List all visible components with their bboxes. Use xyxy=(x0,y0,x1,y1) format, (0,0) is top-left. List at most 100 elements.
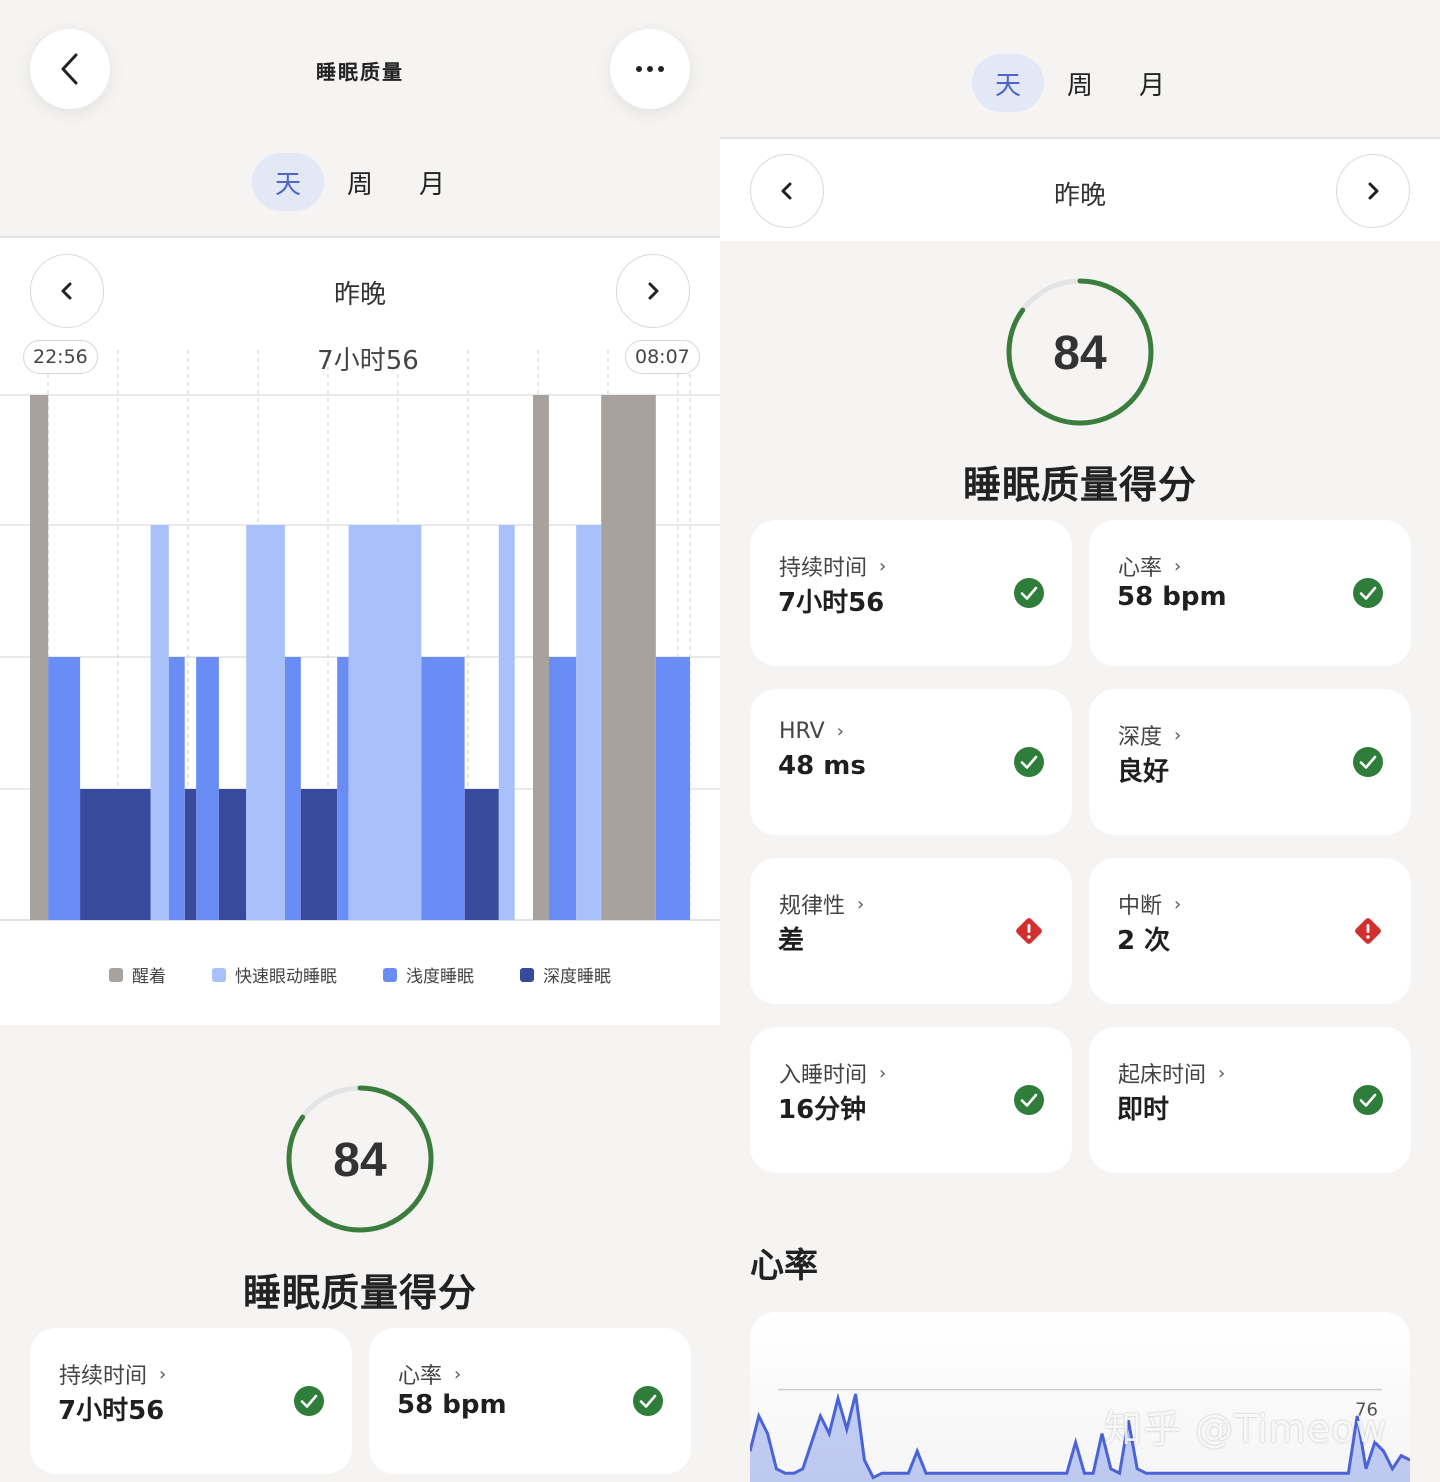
sleep-stage-chart xyxy=(0,350,720,921)
metric-value: 7小时56 xyxy=(778,588,885,618)
metric-label: 深度 › xyxy=(1118,724,1182,751)
more-dots-icon xyxy=(636,66,664,72)
sleep-stage-bar-rem xyxy=(246,525,285,920)
score-title: 睡眠质量得分 xyxy=(962,463,1197,507)
heart-rate-section-title: 心率 xyxy=(750,1246,818,1286)
heart-rate-chart: 76 xyxy=(750,1388,1410,1482)
sleep-stage-bar-rem xyxy=(348,525,422,920)
tab-day[interactable]: 天 xyxy=(252,153,324,211)
chevron-right-icon: › xyxy=(836,721,844,742)
metric-card-interruptions[interactable]: 中断 › 2 次 xyxy=(1089,858,1411,1004)
period-tabs: 天 周 月 xyxy=(252,153,468,211)
chevron-right-icon: › xyxy=(1218,1062,1226,1084)
metric-card-regularity[interactable]: 规律性 › 差 xyxy=(750,858,1072,1004)
metric-card-sleep-onset[interactable]: 入睡时间 › 16分钟 xyxy=(750,1027,1072,1173)
metric-card-depth[interactable]: 深度 › 良好 xyxy=(1089,689,1411,835)
metric-value: 2 次 xyxy=(1117,926,1171,956)
metric-label: HRV › xyxy=(779,719,844,744)
night-label: 昨晚 xyxy=(1053,181,1106,211)
sleep-stage-bar-light xyxy=(421,657,465,920)
score-ring: 84 xyxy=(1006,278,1154,426)
sleep-stage-bar-light xyxy=(337,657,349,920)
score-value: 84 xyxy=(1053,327,1107,380)
tab-day[interactable]: 天 xyxy=(972,54,1044,112)
legend-label: 深度睡眠 xyxy=(543,967,611,987)
tab-week[interactable]: 周 xyxy=(1044,54,1116,112)
chevron-right-icon: › xyxy=(857,893,865,915)
metric-value: 48 ms xyxy=(778,751,866,781)
check-icon xyxy=(294,1386,324,1416)
next-night-button[interactable] xyxy=(1336,154,1410,228)
heart-rate-card[interactable]: 76 xyxy=(750,1312,1410,1482)
night-label: 昨晚 xyxy=(333,280,386,310)
legend-swatch xyxy=(212,967,226,982)
metric-label: 起床时间 › xyxy=(1118,1062,1226,1089)
metric-card-wake-up[interactable]: 起床时间 › 即时 xyxy=(1089,1027,1411,1173)
left-screen: 睡眠质量 天 周 月 昨晚 22:56 7小时56 08:07 醒着 快速眼动睡… xyxy=(0,0,720,1482)
metric-card-duration[interactable]: 持续时间 › 7小时56 xyxy=(30,1328,352,1474)
legend-label: 醒着 xyxy=(132,967,166,987)
metric-value: 差 xyxy=(778,926,805,956)
sleep-duration-label: 7小时56 xyxy=(317,346,419,376)
night-selector: 昨晚 xyxy=(720,137,1440,241)
tab-month[interactable]: 月 xyxy=(396,153,468,211)
chevron-right-icon: › xyxy=(879,555,887,577)
sleep-stage-bar-awake xyxy=(533,395,549,920)
sleep-stage-bar-light xyxy=(548,657,577,920)
check-icon xyxy=(1014,747,1044,777)
sleep-stage-bar-deep xyxy=(300,789,338,920)
sleep-stage-bar-awake xyxy=(601,395,656,920)
sleep-stage-bar-deep xyxy=(218,789,247,920)
metric-card-heart-rate[interactable]: 心率 › 58 bpm xyxy=(369,1328,691,1474)
legend-swatch xyxy=(109,967,123,982)
legend-item-awake: 醒着 xyxy=(109,962,166,987)
metric-value: 58 bpm xyxy=(1117,582,1227,612)
legend-item-light: 浅度睡眠 xyxy=(383,962,474,987)
score-title: 睡眠质量得分 xyxy=(242,1271,477,1315)
check-icon xyxy=(1353,1085,1383,1115)
metric-card-hrv[interactable]: HRV › 48 ms xyxy=(750,689,1072,835)
metric-label: 持续时间 › xyxy=(779,555,887,582)
metric-label: 心率 › xyxy=(1118,555,1182,582)
chevron-right-icon: › xyxy=(454,1363,462,1385)
sleep-stage-bar-deep xyxy=(464,789,499,920)
sleep-stage-bar-rem xyxy=(150,525,169,920)
legend-swatch xyxy=(520,967,534,982)
more-button[interactable] xyxy=(610,29,690,109)
metric-label: 中断 › xyxy=(1118,893,1182,920)
sleep-stage-bar-light xyxy=(655,657,690,920)
sleep-stage-bar-light xyxy=(196,657,219,920)
metric-card-duration[interactable]: 持续时间 › 7小时56 xyxy=(750,520,1072,666)
sleep-stage-bar-awake xyxy=(30,395,49,920)
warning-icon xyxy=(1355,918,1381,944)
tab-month[interactable]: 月 xyxy=(1116,54,1188,112)
chevron-right-icon: › xyxy=(1174,724,1182,746)
score-ring: 84 xyxy=(286,1085,434,1233)
metric-label: 规律性 › xyxy=(779,893,865,920)
period-tabs: 天 周 月 xyxy=(972,54,1188,112)
next-night-button[interactable] xyxy=(616,254,690,328)
sleep-stage-bar-rem xyxy=(498,525,515,920)
metric-value: 16分钟 xyxy=(778,1095,867,1125)
metric-label: 入睡时间 › xyxy=(779,1062,887,1089)
check-icon xyxy=(633,1386,663,1416)
check-icon xyxy=(1353,578,1383,608)
metric-value: 58 bpm xyxy=(397,1390,507,1420)
check-icon xyxy=(1353,747,1383,777)
chevron-right-icon: › xyxy=(1174,893,1182,915)
tab-week[interactable]: 周 xyxy=(324,153,396,211)
legend-label: 浅度睡眠 xyxy=(406,967,474,987)
sleep-stage-bar-rem xyxy=(576,525,602,920)
chevron-right-icon: › xyxy=(159,1363,167,1385)
metric-value: 良好 xyxy=(1117,757,1170,787)
chevron-right-icon: › xyxy=(879,1062,887,1084)
sleep-stage-bar-light xyxy=(168,657,185,920)
chevron-right-icon xyxy=(1368,182,1379,200)
sleep-stage-bar-deep xyxy=(184,789,197,920)
check-icon xyxy=(1014,578,1044,608)
score-value: 84 xyxy=(333,1134,387,1187)
metric-value: 7小时56 xyxy=(58,1396,165,1426)
metric-card-heart-rate[interactable]: 心率 › 58 bpm xyxy=(1089,520,1411,666)
watermark: 知乎 @Timeow xyxy=(1104,1407,1388,1451)
legend-item-deep: 深度睡眠 xyxy=(520,962,611,987)
